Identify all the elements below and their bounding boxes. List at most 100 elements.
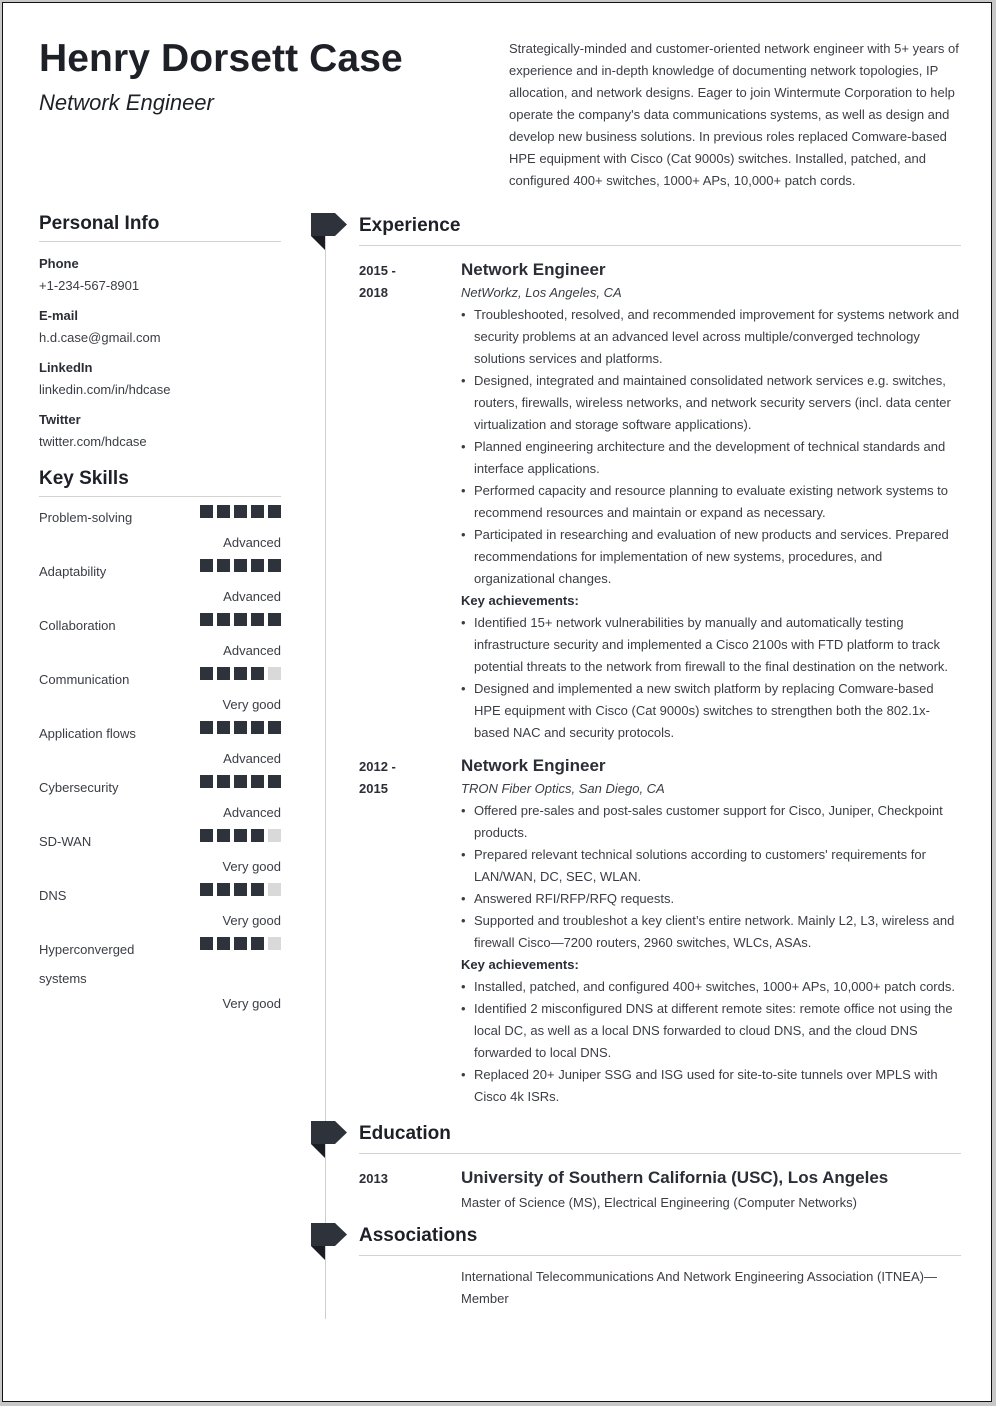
rating-square-filled xyxy=(251,505,264,518)
list-item: Offered pre-sales and post-sales custome… xyxy=(461,800,961,844)
phone-value: +1-234-567-8901 xyxy=(39,278,140,293)
associations-section: Associations International Telecommunica… xyxy=(359,1224,961,1310)
rating-square-filled xyxy=(200,559,213,572)
email-value: h.d.case@gmail.com xyxy=(39,330,161,345)
phone-label: Phone xyxy=(39,256,79,271)
rating-square-filled xyxy=(234,667,247,680)
rating-square-empty xyxy=(268,883,281,896)
rating-square-filled xyxy=(200,667,213,680)
rating-square-filled xyxy=(217,775,230,788)
rating-square-filled xyxy=(200,613,213,626)
list-item: Designed and implemented a new switch pl… xyxy=(461,678,961,744)
candidate-name: Henry Dorsett Case xyxy=(39,37,403,80)
rating-square-empty xyxy=(268,829,281,842)
skill-name: Problem-solving xyxy=(39,510,133,525)
skill-item: SD-WAN Very good xyxy=(39,827,281,875)
entry-date: 2015 - 2018 xyxy=(359,260,429,304)
entry-body: University of Southern California (USC),… xyxy=(461,1166,961,1214)
rating-square-filled xyxy=(217,937,230,950)
rating-square-filled xyxy=(251,613,264,626)
skill-level: Advanced xyxy=(223,805,281,820)
skill-name: SD-WAN xyxy=(39,834,92,849)
rating-square-filled xyxy=(200,829,213,842)
skill-level: Very good xyxy=(222,697,281,712)
skill-level: Advanced xyxy=(223,751,281,766)
skill-rating xyxy=(200,613,281,626)
skill-name: Adaptability xyxy=(39,564,107,579)
skill-item: Application flows Advanced xyxy=(39,719,281,767)
date-end: 2018 xyxy=(359,285,388,300)
section-flag-icon xyxy=(311,1121,347,1158)
email-label: E-mail xyxy=(39,308,79,323)
rating-square-filled xyxy=(268,559,281,572)
skill-rating xyxy=(200,559,281,572)
rating-square-filled xyxy=(251,559,264,572)
experience-heading: Experience xyxy=(359,214,961,246)
skills-list: Problem-solving Advanced Adaptability Advan… xyxy=(39,503,281,1012)
personal-info-heading: Personal Info xyxy=(39,213,281,242)
list-item: Supported and troubleshot a key client’s… xyxy=(461,910,961,954)
rating-square-filled xyxy=(217,667,230,680)
rating-square-filled xyxy=(234,775,247,788)
rating-square-filled xyxy=(251,829,264,842)
date-start: 2012 - xyxy=(359,759,396,774)
skill-rating xyxy=(200,505,281,518)
rating-square-filled xyxy=(234,613,247,626)
profile-summary: Strategically-minded and customer-orient… xyxy=(509,41,959,188)
entry-body: Network Engineer TRON Fiber Optics, San … xyxy=(461,754,961,1108)
list-item: Identified 15+ network vulnerabilities b… xyxy=(461,612,961,678)
resume-page: Henry Dorsett Case Network Engineer Stra… xyxy=(2,2,992,1402)
rating-square-filled xyxy=(268,721,281,734)
skill-level: Very good xyxy=(222,996,281,1011)
rating-square-filled xyxy=(217,883,230,896)
list-item: Identified 2 misconfigured DNS at differ… xyxy=(461,998,961,1064)
degree: Master of Science (MS), Electrical Engin… xyxy=(461,1195,857,1210)
personal-info-item-linkedin: LinkedIn linkedin.com/in/hdcase xyxy=(39,359,281,398)
associations-heading: Associations xyxy=(359,1224,961,1256)
section-flag-icon xyxy=(311,1223,347,1260)
skill-name: Communication xyxy=(39,672,130,687)
company: NetWorkz, Los Angeles, CA xyxy=(461,285,622,300)
list-item: Troubleshooted, resolved, and recommende… xyxy=(461,304,961,370)
linkedin-value: linkedin.com/in/hdcase xyxy=(39,382,171,397)
skill-item: Hyperconverged systems Very good xyxy=(39,935,281,1012)
rating-square-empty xyxy=(268,667,281,680)
achievements-list: Identified 15+ network vulnerabilities b… xyxy=(461,612,961,744)
education-entry: 2013 University of Southern California (… xyxy=(359,1166,961,1214)
rating-square-filled xyxy=(217,829,230,842)
rating-square-filled xyxy=(200,505,213,518)
skill-name: Cybersecurity xyxy=(39,780,119,795)
left-column: Personal Info Phone +1-234-567-8901 E-ma… xyxy=(39,213,281,1012)
section-flag-icon xyxy=(311,213,347,250)
skill-level: Advanced xyxy=(223,535,281,550)
date-end: 2015 xyxy=(359,781,388,796)
rating-square-filled xyxy=(200,937,213,950)
skill-rating xyxy=(200,667,281,680)
rating-square-filled xyxy=(251,667,264,680)
personal-info-item-phone: Phone +1-234-567-8901 xyxy=(39,255,281,294)
experience-entry: 2012 - 2015 Network Engineer TRON Fiber … xyxy=(359,754,961,1108)
rating-square-filled xyxy=(268,613,281,626)
association-entry: International Telecommunications And Net… xyxy=(359,1266,961,1310)
rating-square-filled xyxy=(200,883,213,896)
twitter-value: twitter.com/hdcase xyxy=(39,434,147,449)
skill-item: Problem-solving Advanced xyxy=(39,503,281,551)
skill-item: Cybersecurity Advanced xyxy=(39,773,281,821)
skill-rating xyxy=(200,883,281,896)
rating-square-filled xyxy=(251,721,264,734)
skill-level: Very good xyxy=(222,859,281,874)
date-start: 2015 - xyxy=(359,263,396,278)
skill-item: Communication Very good xyxy=(39,665,281,713)
rating-square-filled xyxy=(251,883,264,896)
personal-info-item-twitter: Twitter twitter.com/hdcase xyxy=(39,411,281,450)
rating-square-filled xyxy=(217,559,230,572)
list-item: Performed capacity and resource planning… xyxy=(461,480,961,524)
rating-square-filled xyxy=(268,775,281,788)
list-item: Replaced 20+ Juniper SSG and ISG used fo… xyxy=(461,1064,961,1108)
entry-date: 2012 - 2015 xyxy=(359,756,429,800)
skill-rating xyxy=(200,829,281,842)
skill-level: Advanced xyxy=(223,643,281,658)
list-item: Planned engineering architecture and the… xyxy=(461,436,961,480)
education-section: Education 2013 University of Southern Ca… xyxy=(359,1122,961,1214)
association-item: International Telecommunications And Net… xyxy=(461,1269,937,1306)
